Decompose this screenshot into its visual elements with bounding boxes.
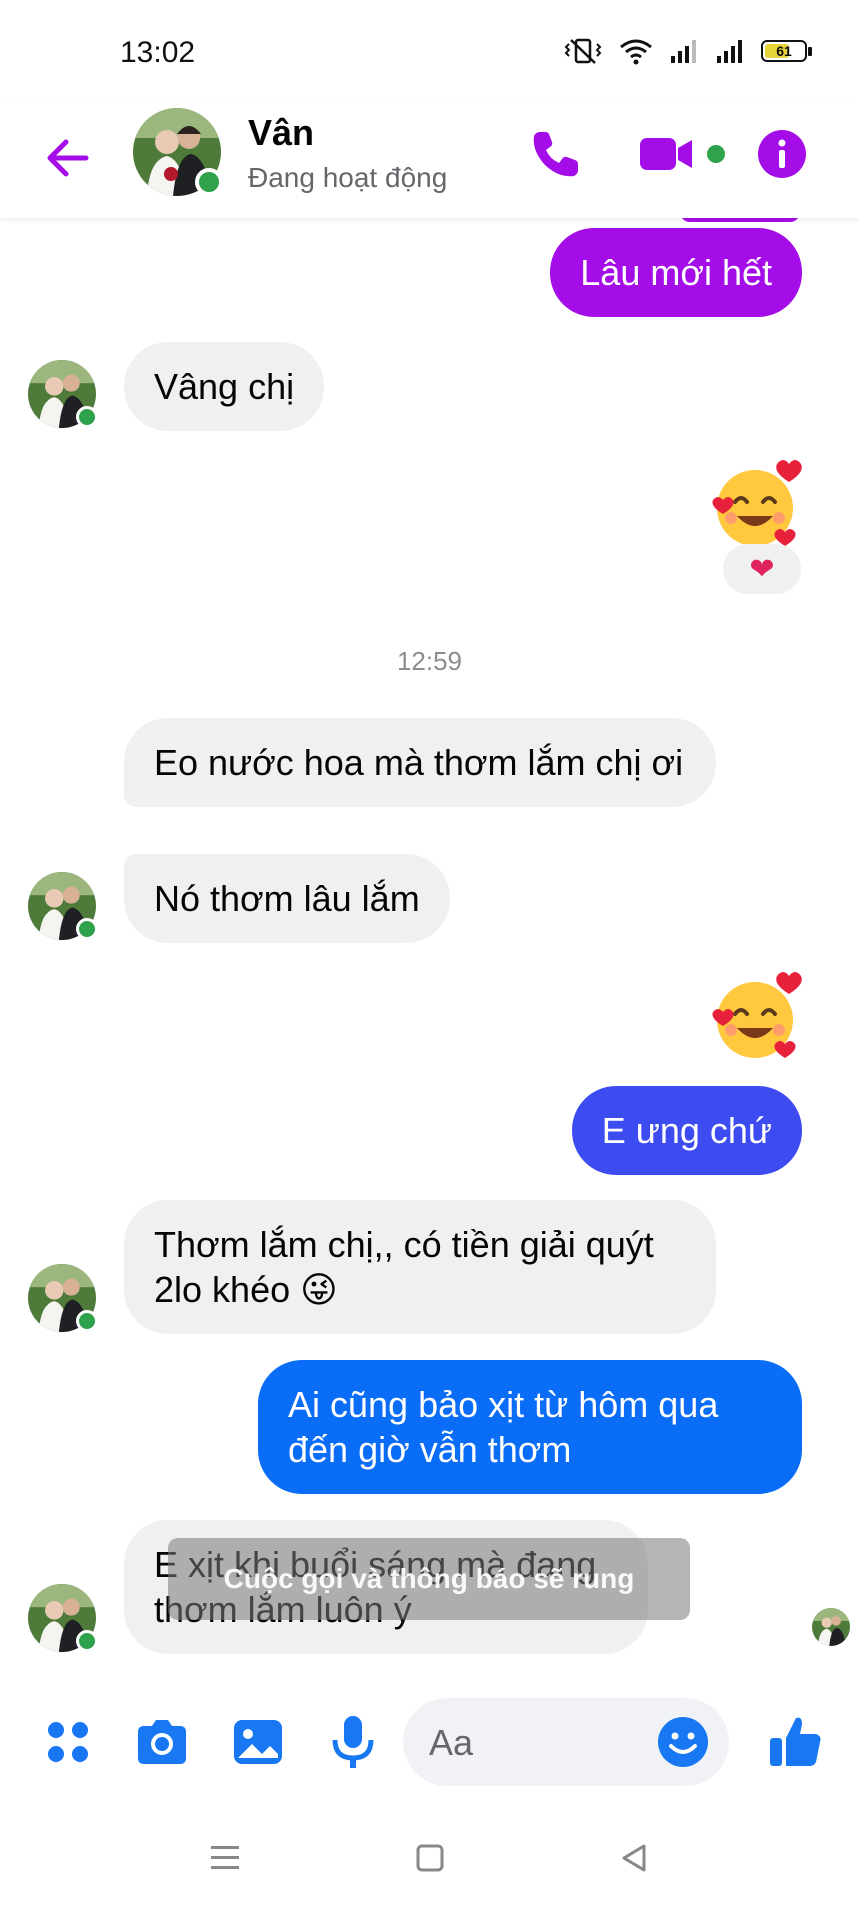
message-incoming[interactable]: Vâng chị <box>124 342 325 431</box>
online-indicator <box>195 168 223 196</box>
smiling-face-with-hearts-icon[interactable] <box>709 454 809 554</box>
message-incoming[interactable]: Eo nước hoa mà thơm lắm chị ơi <box>124 718 716 807</box>
status-icons: 61 <box>563 36 812 66</box>
wifi-icon <box>620 39 652 65</box>
menu-grid-icon[interactable] <box>38 1712 98 1772</box>
phone-call-icon[interactable] <box>526 124 586 184</box>
microphone-icon[interactable] <box>323 1712 383 1772</box>
system-navigation-bar <box>0 1800 859 1908</box>
message-timestamp: 12:59 <box>396 646 463 676</box>
like-thumbs-up-icon[interactable] <box>766 1712 826 1772</box>
online-indicator <box>76 1310 98 1332</box>
gallery-icon[interactable] <box>228 1712 288 1772</box>
contact-name[interactable]: Vân <box>248 112 314 154</box>
message-input[interactable]: Aa <box>403 1698 729 1786</box>
camera-icon[interactable] <box>132 1712 192 1772</box>
status-bar: 13:02 61 <box>0 0 859 100</box>
message-list[interactable]: Lâu mới hết Vâng chị ❤ 12:59 Eo nước hoa… <box>0 218 859 1688</box>
recent-apps-icon[interactable] <box>205 1838 245 1878</box>
message-incoming[interactable]: Thơm lắm chị,, có tiền giải quýt 2lo khé… <box>124 1200 716 1334</box>
message-outgoing[interactable]: Lâu mới hết <box>550 228 802 317</box>
vibrate-icon <box>564 38 602 64</box>
home-icon[interactable] <box>410 1838 450 1878</box>
online-indicator <box>76 406 98 428</box>
vibrate-mode-toast: Cuộc gọi và thông báo sẽ rung <box>168 1538 690 1620</box>
message-input-placeholder: Aa <box>429 1722 474 1763</box>
message-composer: Aa <box>0 1690 859 1800</box>
video-call-icon[interactable] <box>638 124 728 184</box>
presence-status: Đang hoạt động <box>248 162 448 193</box>
back-triangle-icon[interactable] <box>614 1838 654 1878</box>
message-incoming[interactable]: Nó thơm lâu lắm <box>124 854 450 943</box>
back-arrow-icon[interactable] <box>40 130 96 186</box>
info-icon[interactable] <box>752 124 812 184</box>
signal-icon-1 <box>671 40 696 63</box>
smiling-face-with-hearts-icon[interactable] <box>709 966 809 1066</box>
status-time: 13:02 <box>120 36 196 69</box>
emoji-icon[interactable] <box>655 1714 711 1770</box>
message-outgoing[interactable]: Ai cũng bảo xịt từ hôm qua đến giờ vẫn t… <box>258 1360 802 1494</box>
seen-receipt-avatar <box>812 1608 850 1646</box>
previous-message-edge <box>680 218 800 222</box>
chat-header: Vân Đang hoạt động <box>0 100 859 218</box>
online-indicator <box>76 1630 98 1652</box>
message-outgoing[interactable]: E ưng chứ <box>571 1086 802 1175</box>
signal-icon-2 <box>717 40 742 63</box>
online-indicator <box>76 918 98 940</box>
heart-reaction[interactable]: ❤ <box>723 544 801 594</box>
battery-icon: 61 <box>761 40 812 62</box>
